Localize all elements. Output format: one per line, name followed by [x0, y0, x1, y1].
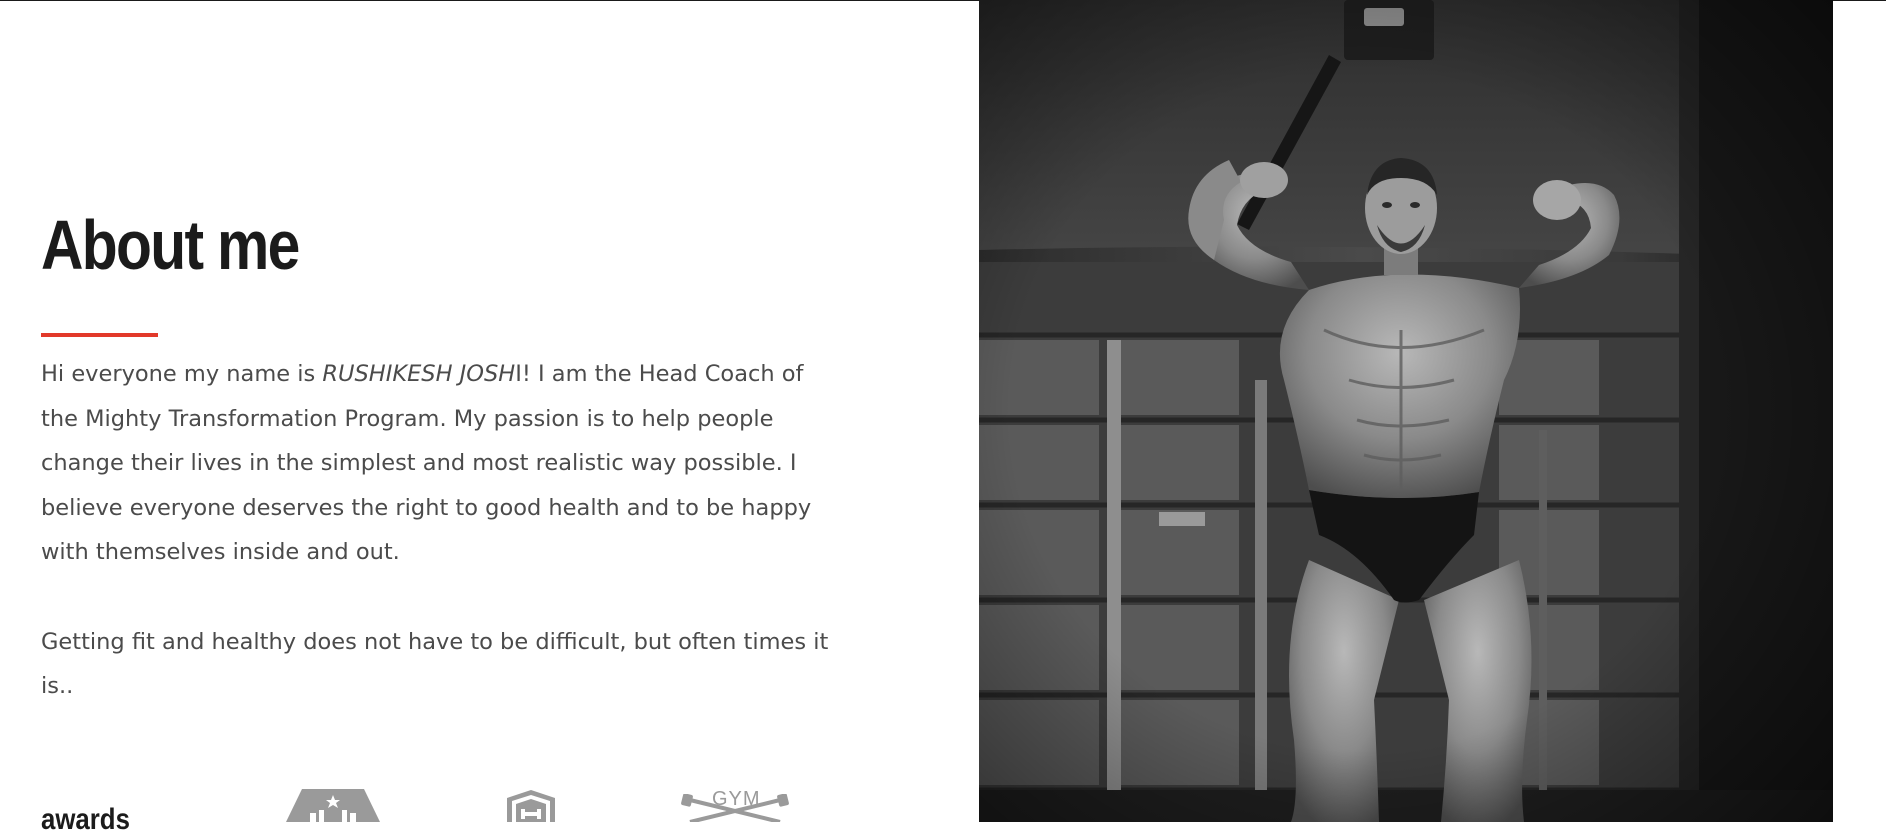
section-title: About me: [41, 206, 300, 284]
bio-paragraph-2: Getting fit and healthy does not have to…: [41, 628, 829, 700]
award-badge-shield: [507, 790, 555, 822]
crossed-barbells-icon: [681, 794, 789, 822]
coach-name: RUSHIKESH JOSH: [322, 361, 516, 387]
bio-paragraph-1: Hi everyone my name is RUSHIKESH JOSHI! …: [41, 361, 812, 566]
about-section: About me Hi everyone my name is RUSHIKES…: [0, 0, 978, 836]
coach-photo: [979, 0, 1833, 822]
awards-heading: awards: [41, 803, 130, 836]
award-badge-gym: GYM: [680, 786, 790, 822]
title-accent-line: [41, 333, 158, 337]
bio-text: Hi everyone my name is RUSHIKESH JOSHI! …: [41, 352, 831, 709]
award-badge-dumbbell-hexagon: [286, 789, 380, 822]
bodybuilder-photo-illustration: [979, 0, 1833, 822]
